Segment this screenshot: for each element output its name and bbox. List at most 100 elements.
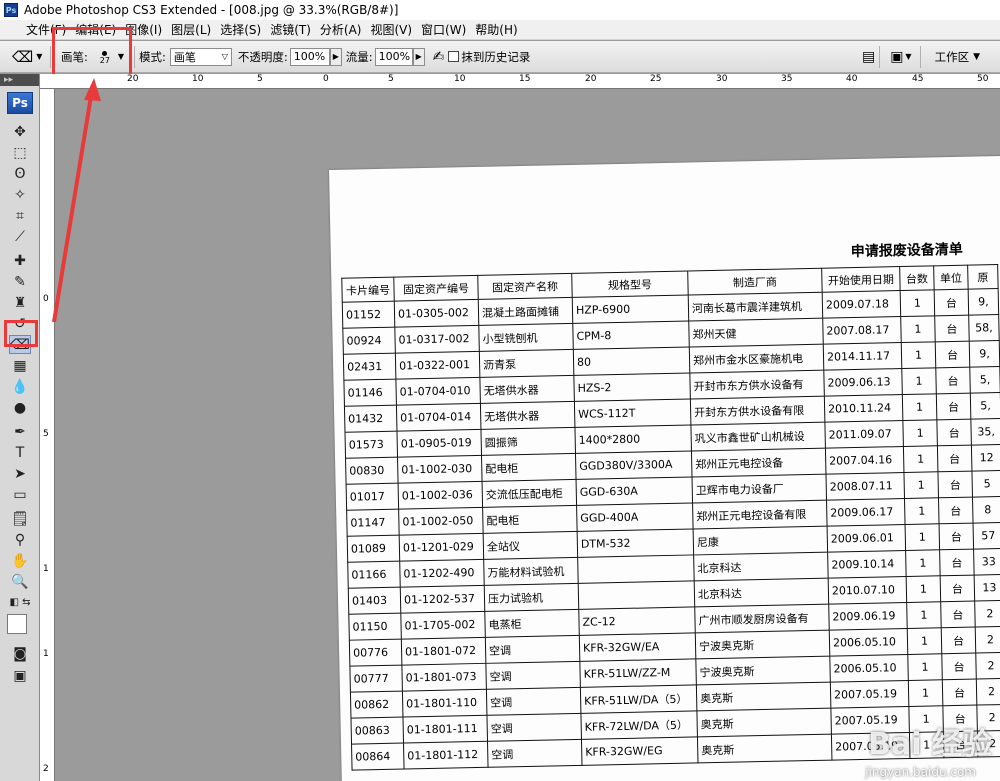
erase-to-history-checkbox[interactable]: [448, 51, 460, 62]
table-cell: 2007.08.17: [822, 316, 902, 345]
marquee-tool-icon[interactable]: ⬚: [9, 143, 31, 162]
screen-mode-icon[interactable]: ▣: [9, 666, 31, 685]
table-cell: 80: [573, 346, 690, 376]
healing-brush-tool-icon[interactable]: ✚: [9, 251, 31, 270]
notes-tool-icon[interactable]: 🗒: [9, 509, 31, 528]
table-cell: 01166: [347, 561, 401, 589]
clone-stamp-tool-icon[interactable]: ♜: [9, 293, 31, 312]
menu-window[interactable]: 窗口(W): [421, 21, 475, 38]
flow-input[interactable]: 100%: [374, 47, 413, 66]
crop-tool-icon[interactable]: ⌗: [9, 206, 31, 225]
triangle-right-icon: ▶: [415, 52, 422, 61]
blur-tool-icon[interactable]: 💧: [9, 377, 31, 396]
column-header: 原: [967, 264, 999, 290]
table-cell: 2009.06.19: [828, 602, 908, 631]
table-cell: 01-0704-010: [395, 377, 481, 406]
table-cell: 01-1801-073: [401, 663, 487, 692]
brush-tool-icon[interactable]: ✎: [9, 272, 31, 291]
table-cell: 12: [971, 444, 1000, 472]
flow-label: 流量:: [345, 49, 373, 64]
table-cell: 02431: [343, 353, 396, 381]
dodge-tool-icon[interactable]: ●: [9, 398, 31, 417]
table-cell: 2009.06.01: [827, 524, 906, 553]
mode-value: 画笔: [173, 50, 196, 64]
zoom-tool-icon[interactable]: 🔍: [9, 572, 31, 591]
menu-filter[interactable]: 滤镜(T): [270, 21, 320, 38]
menu-view[interactable]: 视图(V): [370, 21, 421, 38]
menu-image[interactable]: 图像(I): [125, 21, 171, 38]
table-cell: 01-1002-030: [397, 455, 483, 484]
lasso-tool-icon[interactable]: ʘ: [9, 164, 31, 183]
path-selection-tool-icon[interactable]: ➤: [9, 464, 31, 483]
table-cell: 2009.10.14: [827, 550, 907, 579]
opacity-slider-button[interactable]: ▶: [329, 47, 342, 66]
table-cell: 2: [975, 626, 1000, 654]
table-cell: 01-1202-537: [400, 585, 485, 614]
table-cell: 2006.05.10: [829, 628, 908, 657]
shape-tool-icon[interactable]: ▭: [9, 485, 31, 504]
ruler-tick: 35: [781, 74, 793, 84]
table-cell: 台: [941, 653, 977, 680]
vertical-ruler[interactable]: 0 5 1 1 2: [40, 89, 55, 781]
table-cell: 全站仪: [483, 531, 578, 560]
flow-group: 流量: 100% ▶: [346, 46, 425, 68]
airbrush-toggle[interactable]: ✍: [433, 46, 445, 68]
table-cell: 01-1801-072: [401, 637, 486, 666]
mode-select[interactable]: 画笔 ▽: [169, 47, 232, 66]
opacity-input[interactable]: 100%: [289, 47, 330, 66]
column-header: 规格型号: [571, 271, 689, 298]
gradient-tool-icon[interactable]: ▦: [9, 356, 31, 375]
workspace-menu[interactable]: 工作区 ▼: [935, 46, 980, 68]
document-title: 申请报废设备清单: [850, 241, 963, 261]
eraser-icon: ⌫: [12, 47, 34, 66]
eyedropper-tool-icon[interactable]: ⚲: [9, 530, 31, 549]
chevron-down-icon: ▼: [973, 51, 980, 62]
table-cell: 2: [976, 678, 1000, 706]
menu-help[interactable]: 帮助(H): [475, 21, 526, 38]
workspace-label: 工作区: [934, 49, 970, 64]
table-cell: 1: [906, 601, 942, 629]
panel-grip[interactable]: ▸▸: [0, 74, 39, 86]
table-cell: 配电柜: [482, 505, 578, 534]
photoshop-logo[interactable]: Ps: [7, 92, 33, 114]
table-cell: 尼康: [693, 526, 828, 555]
bridge-button[interactable]: ▣ ▼: [890, 46, 911, 68]
table-cell: CPM-8: [572, 320, 690, 350]
table-cell: 台: [935, 367, 971, 394]
horizontal-ruler[interactable]: 20 10 5 0 5 10 15 20 25 30 35 40 45 50: [40, 74, 1000, 89]
table-cell: 2008.07.11: [825, 472, 905, 501]
erase-to-history-group: 抹到历史记录: [448, 46, 530, 68]
table-cell: 空调: [487, 739, 583, 768]
brush-highlight-box: [52, 27, 132, 81]
quick-mask-icon[interactable]: ◙: [9, 644, 31, 663]
table-cell: KFR-51LW/ZZ-M: [579, 658, 697, 688]
table-cell: 2007.05.19: [830, 680, 909, 709]
document-canvas[interactable]: 申请报废设备清单 卡片编号 固定资产编号 固定资产名称 规格型号 制造厂商 开始…: [56, 90, 1000, 781]
magic-wand-tool-icon[interactable]: ✧: [9, 185, 31, 204]
table-cell: 无塔供水器: [480, 401, 575, 430]
column-header: 卡片编号: [341, 277, 395, 303]
type-tool-icon[interactable]: T: [9, 443, 31, 462]
pen-tool-icon[interactable]: ✒: [9, 422, 31, 441]
menu-analysis[interactable]: 分析(A): [320, 21, 371, 38]
slice-tool-icon[interactable]: ⟋: [9, 227, 31, 246]
hand-tool-icon[interactable]: ✋: [9, 551, 31, 570]
menu-select[interactable]: 选择(S): [220, 21, 270, 38]
table-cell: 广州市顺发厨房设备有: [694, 604, 830, 633]
default-colors-icon[interactable]: ◧ ⇆: [9, 593, 31, 612]
table-cell: 开封东方供水设备有限: [690, 396, 825, 425]
flow-slider-button[interactable]: ▶: [412, 47, 425, 66]
menu-layer[interactable]: 图层(L): [171, 21, 220, 38]
asset-table: 卡片编号 固定资产编号 固定资产名称 规格型号 制造厂商 开始使用日期 台数 单…: [341, 264, 1000, 771]
table-cell: GGD-400A: [576, 502, 694, 532]
foreground-color-swatch[interactable]: [7, 614, 27, 634]
palette-well-button[interactable]: ▤: [862, 46, 875, 68]
move-tool-icon[interactable]: ✥: [9, 122, 31, 141]
table-cell: 1: [904, 497, 940, 525]
tool-preset-picker[interactable]: ⌫ ▼: [12, 46, 46, 68]
table-cell: 压力试验机: [484, 583, 579, 612]
photoshop-window: Ps Adobe Photoshop CS3 Extended - [008.j…: [0, 0, 1000, 781]
table-body: 01152 01-0305-002 混凝土路面摊铺 HZP-6900 河南长葛市震洋建筑…: [342, 288, 1000, 771]
table-cell: 35,: [970, 418, 1000, 446]
table-cell: 00777: [349, 665, 403, 693]
